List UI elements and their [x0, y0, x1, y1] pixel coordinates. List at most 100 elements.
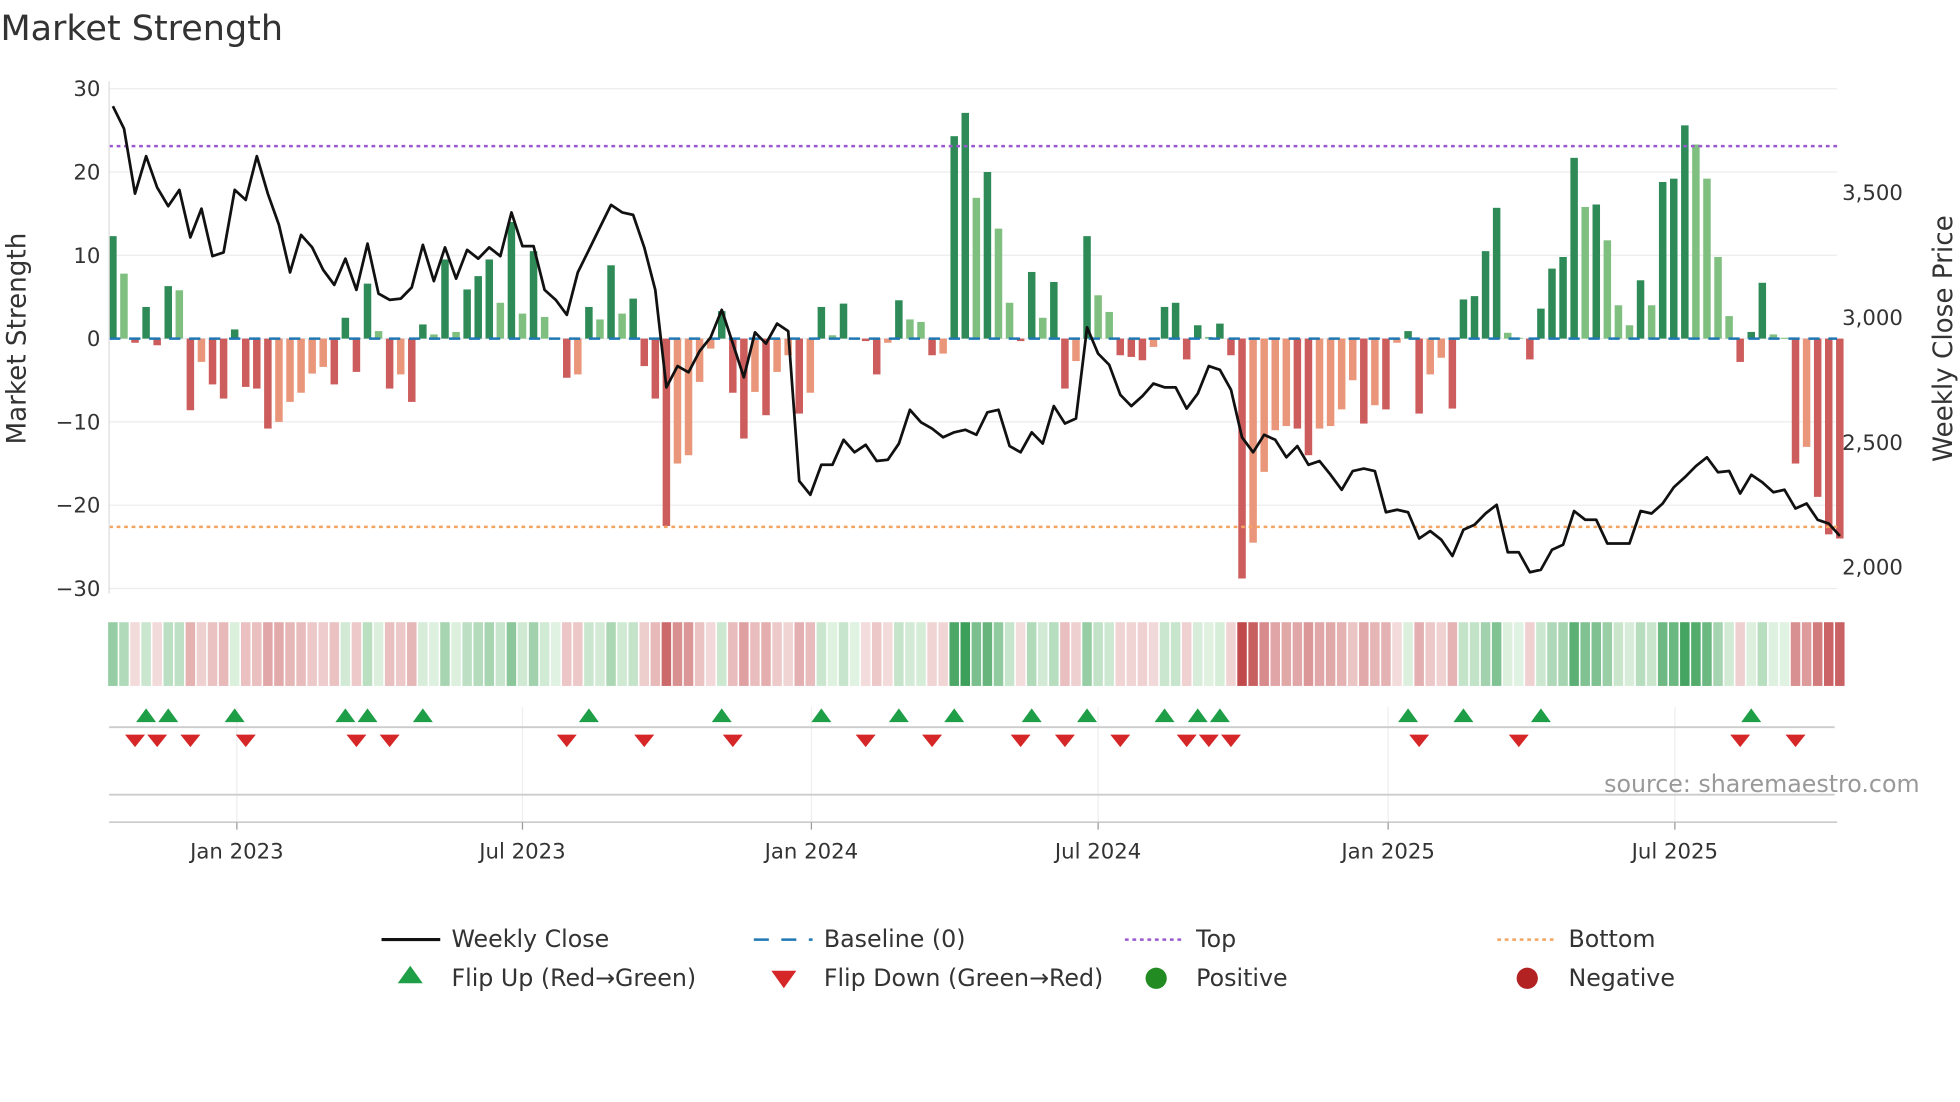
strength-bar [1039, 317, 1047, 339]
heat-cell [451, 622, 461, 686]
legend-label: Positive [1196, 964, 1287, 992]
heat-cell [661, 622, 672, 686]
heat-cell [440, 622, 450, 686]
y-tick-label: −10 [56, 410, 101, 435]
heat-cell [130, 622, 140, 686]
flip-up-marker [578, 708, 599, 723]
strength-bar [1260, 338, 1268, 472]
heat-cell [1403, 622, 1413, 686]
strength-bar [286, 338, 294, 402]
strength-bar [1636, 280, 1645, 339]
heat-cell [1525, 622, 1535, 686]
heat-cell [517, 622, 528, 686]
strength-bar [585, 306, 593, 339]
heat-cell [1790, 622, 1801, 686]
heat-cell [218, 622, 229, 686]
heat-cell [462, 622, 472, 686]
flip-down-marker [1198, 734, 1219, 748]
heat-cell [528, 622, 539, 686]
heat-cell [1602, 622, 1613, 686]
x-tick-label: Jul 2023 [477, 839, 565, 864]
heat-cell [1536, 622, 1546, 686]
heat-cell [1691, 622, 1701, 686]
heat-cell [263, 622, 273, 686]
heat-cell [1746, 622, 1756, 686]
heat-cell [739, 622, 749, 686]
legend-label: Flip Down (Green→Red) [824, 964, 1103, 992]
heat-cell [1757, 622, 1768, 686]
strength-bar [1526, 338, 1534, 360]
y2-tick-label: 3,500 [1842, 181, 1903, 206]
strength-bar [441, 259, 449, 339]
heat-cell [473, 622, 483, 686]
strength-bar [352, 338, 361, 372]
heat-cell [838, 622, 849, 686]
heat-cell [362, 622, 373, 686]
strength-bar [1559, 256, 1567, 339]
strength-bar [1802, 338, 1811, 447]
y2-axis-title: Weekly Close Price [1929, 215, 1959, 462]
heat-cell [1680, 622, 1690, 686]
heat-cell [1624, 622, 1635, 686]
strength-bar [1061, 338, 1069, 389]
heat-cell [1159, 622, 1170, 686]
strength-bar [1083, 236, 1091, 339]
heat-cell [550, 622, 561, 686]
strength-bar [1304, 338, 1313, 456]
heat-cell [1469, 622, 1480, 686]
strength-bar [861, 338, 870, 342]
strength-bar [1736, 338, 1744, 362]
heat-cell [1237, 622, 1247, 686]
legend: Weekly Close Baseline (0) Top Bottom Flip Up… [381, 925, 1675, 992]
heat-cell [495, 622, 506, 686]
heat-cell [484, 622, 495, 686]
heat-cell [639, 622, 650, 686]
heat-cell [960, 622, 971, 686]
heat-cell [407, 622, 417, 686]
strength-bar [507, 221, 516, 339]
heat-cell [252, 622, 262, 686]
heat-cell [329, 622, 340, 686]
heat-cell [650, 622, 661, 686]
heat-cell [1325, 622, 1336, 686]
strength-bar [264, 338, 272, 429]
heat-cell [152, 622, 162, 686]
heat-cell [1635, 622, 1646, 686]
heat-cell [1724, 622, 1734, 686]
strength-bar [928, 338, 936, 356]
heat-cell [1093, 622, 1103, 686]
strength-bar [795, 338, 803, 414]
heat-cell [849, 622, 860, 686]
heat-cell [1248, 622, 1258, 686]
strength-bar [1105, 311, 1113, 339]
heat-cell [119, 622, 129, 686]
heat-cell [1004, 622, 1015, 686]
heat-cell [628, 622, 638, 686]
heat-cell [750, 622, 760, 686]
y-tick-label: 20 [73, 161, 100, 186]
heat-cell [871, 622, 882, 686]
heat-cell [1558, 622, 1568, 686]
heat-cell [340, 622, 351, 686]
flip-down-marker [1110, 734, 1131, 748]
heat-cell [1060, 622, 1070, 686]
heat-cell [1414, 622, 1424, 686]
heat-cell [506, 622, 517, 686]
strength-bar [175, 290, 184, 339]
flip-up-marker [1453, 708, 1474, 723]
heat-cell [728, 622, 738, 686]
heat-cell [1281, 622, 1292, 686]
strength-bar [485, 259, 494, 339]
heat-cell [1359, 622, 1369, 686]
strength-bar [1813, 338, 1822, 497]
heat-strip [108, 622, 1845, 686]
strength-bar [1681, 125, 1689, 339]
heat-cell [1646, 622, 1657, 686]
heat-cell [1082, 622, 1092, 686]
heat-cell [1502, 622, 1513, 686]
strength-bar [1570, 157, 1578, 339]
strength-bar [297, 338, 305, 393]
heat-cell [1181, 622, 1192, 686]
flip-down-marker [922, 734, 943, 748]
heat-cell [982, 622, 993, 686]
